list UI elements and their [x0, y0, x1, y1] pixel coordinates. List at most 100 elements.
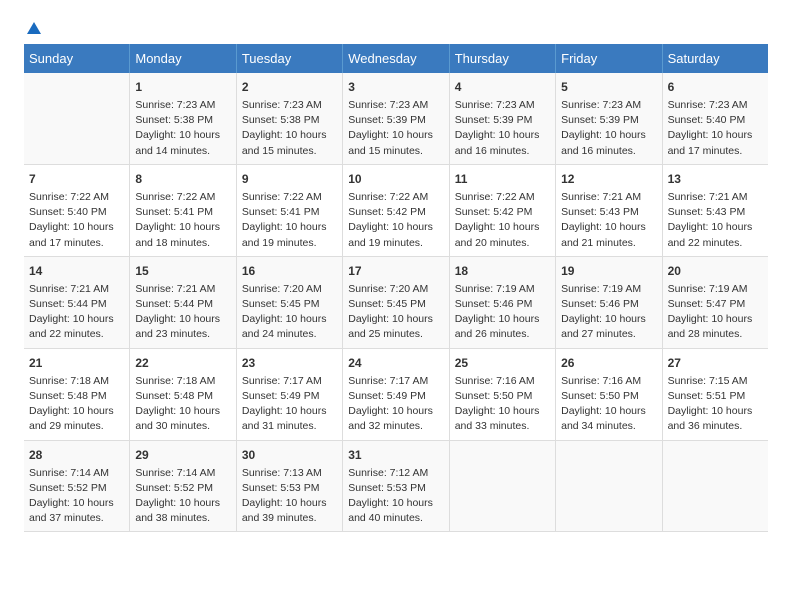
day-number: 18: [455, 262, 550, 280]
header-sunday: Sunday: [24, 44, 130, 73]
calendar-cell: 31 Sunrise: 7:12 AM Sunset: 5:53 PM Dayli…: [343, 440, 449, 532]
day-number: 16: [242, 262, 337, 280]
cell-content: Sunrise: 7:22 AM Sunset: 5:42 PM Dayligh…: [455, 190, 550, 251]
calendar-cell: 24Sunrise: 7:17 AM Sunset: 5:49 PM Dayli…: [343, 348, 449, 440]
cell-content: Sunrise: 7:23 AM Sunset: 5:39 PM Dayligh…: [455, 98, 550, 159]
cell-content: Sunrise: 7:20 AM Sunset: 5:45 PM Dayligh…: [348, 282, 443, 343]
cell-content: Sunrise: 7:14 AM Sunset: 5:52 PM Dayligh…: [135, 466, 230, 527]
day-number: 20: [668, 262, 763, 280]
cell-content: Sunrise: 7:19 AM Sunset: 5:46 PM Dayligh…: [561, 282, 656, 343]
calendar-cell: 23 Sunrise: 7:17 AM Sunset: 5:49 PM Dayli…: [236, 348, 342, 440]
cell-content: Sunrise: 7:22 AM Sunset: 5:40 PM Dayligh…: [29, 190, 124, 251]
day-number: 3: [348, 78, 443, 96]
week-row-2: 7 Sunrise: 7:22 AM Sunset: 5:40 PM Daylig…: [24, 164, 768, 256]
week-row-4: 21 Sunrise: 7:18 AM Sunset: 5:48 PM Dayli…: [24, 348, 768, 440]
cell-content: Sunrise: 7:13 AM Sunset: 5:53 PM Dayligh…: [242, 466, 337, 527]
calendar-cell: 17 Sunrise: 7:20 AM Sunset: 5:45 PM Dayli…: [343, 256, 449, 348]
logo: [24, 20, 44, 34]
cell-content: Sunrise: 7:19 AM Sunset: 5:46 PM Dayligh…: [455, 282, 550, 343]
calendar-cell: 8 Sunrise: 7:22 AM Sunset: 5:41 PM Daylig…: [130, 164, 236, 256]
cell-content: Sunrise: 7:22 AM Sunset: 5:41 PM Dayligh…: [242, 190, 337, 251]
header-monday: Monday: [130, 44, 236, 73]
day-number: 1: [135, 78, 230, 96]
calendar-cell: [556, 440, 662, 532]
calendar-cell: 1 Sunrise: 7:23 AM Sunset: 5:38 PM Daylig…: [130, 73, 236, 164]
day-number: 13: [668, 170, 763, 188]
calendar-cell: 18 Sunrise: 7:19 AM Sunset: 5:46 PM Dayli…: [449, 256, 555, 348]
calendar-cell: 6Sunrise: 7:23 AM Sunset: 5:40 PM Daylig…: [662, 73, 768, 164]
day-number: 29: [135, 446, 230, 464]
cell-content: Sunrise: 7:18 AM Sunset: 5:48 PM Dayligh…: [135, 374, 230, 435]
day-number: 22: [135, 354, 230, 372]
day-number: 7: [29, 170, 124, 188]
calendar-cell: 12 Sunrise: 7:21 AM Sunset: 5:43 PM Dayli…: [556, 164, 662, 256]
week-row-1: 1 Sunrise: 7:23 AM Sunset: 5:38 PM Daylig…: [24, 73, 768, 164]
calendar-cell: [662, 440, 768, 532]
calendar-cell: 13 Sunrise: 7:21 AM Sunset: 5:43 PM Dayli…: [662, 164, 768, 256]
day-number: 10: [348, 170, 443, 188]
calendar-cell: 3Sunrise: 7:23 AM Sunset: 5:39 PM Daylig…: [343, 73, 449, 164]
calendar-cell: 10 Sunrise: 7:22 AM Sunset: 5:42 PM Dayli…: [343, 164, 449, 256]
day-number: 15: [135, 262, 230, 280]
header-thursday: Thursday: [449, 44, 555, 73]
day-number: 23: [242, 354, 337, 372]
cell-content: Sunrise: 7:22 AM Sunset: 5:42 PM Dayligh…: [348, 190, 443, 251]
page-header: [24, 20, 768, 34]
day-number: 8: [135, 170, 230, 188]
cell-content: Sunrise: 7:21 AM Sunset: 5:43 PM Dayligh…: [668, 190, 763, 251]
cell-content: Sunrise: 7:22 AM Sunset: 5:41 PM Dayligh…: [135, 190, 230, 251]
day-number: 14: [29, 262, 124, 280]
cell-content: Sunrise: 7:21 AM Sunset: 5:43 PM Dayligh…: [561, 190, 656, 251]
day-number: 26: [561, 354, 656, 372]
calendar-cell: 4 Sunrise: 7:23 AM Sunset: 5:39 PM Daylig…: [449, 73, 555, 164]
cell-content: Sunrise: 7:20 AM Sunset: 5:45 PM Dayligh…: [242, 282, 337, 343]
cell-content: Sunrise: 7:23 AM Sunset: 5:39 PM Dayligh…: [561, 98, 656, 159]
calendar-cell: 14 Sunrise: 7:21 AM Sunset: 5:44 PM Dayli…: [24, 256, 130, 348]
calendar-cell: 20 Sunrise: 7:19 AM Sunset: 5:47 PM Dayli…: [662, 256, 768, 348]
cell-content: Sunrise: 7:23 AM Sunset: 5:40 PM Dayligh…: [668, 98, 763, 159]
calendar-cell: 16 Sunrise: 7:20 AM Sunset: 5:45 PM Dayli…: [236, 256, 342, 348]
calendar-cell: 11 Sunrise: 7:22 AM Sunset: 5:42 PM Dayli…: [449, 164, 555, 256]
day-number: 25: [455, 354, 550, 372]
day-number: 31: [348, 446, 443, 464]
header-wednesday: Wednesday: [343, 44, 449, 73]
calendar-cell: 22 Sunrise: 7:18 AM Sunset: 5:48 PM Dayli…: [130, 348, 236, 440]
day-number: 9: [242, 170, 337, 188]
week-row-3: 14 Sunrise: 7:21 AM Sunset: 5:44 PM Dayli…: [24, 256, 768, 348]
day-number: 12: [561, 170, 656, 188]
calendar-cell: 7 Sunrise: 7:22 AM Sunset: 5:40 PM Daylig…: [24, 164, 130, 256]
calendar-cell: 28Sunrise: 7:14 AM Sunset: 5:52 PM Dayli…: [24, 440, 130, 532]
calendar-cell: 29 Sunrise: 7:14 AM Sunset: 5:52 PM Dayli…: [130, 440, 236, 532]
day-number: 17: [348, 262, 443, 280]
cell-content: Sunrise: 7:21 AM Sunset: 5:44 PM Dayligh…: [135, 282, 230, 343]
cell-content: Sunrise: 7:16 AM Sunset: 5:50 PM Dayligh…: [561, 374, 656, 435]
day-number: 19: [561, 262, 656, 280]
cell-content: Sunrise: 7:15 AM Sunset: 5:51 PM Dayligh…: [668, 374, 763, 435]
calendar-cell: 19 Sunrise: 7:19 AM Sunset: 5:46 PM Dayli…: [556, 256, 662, 348]
cell-content: Sunrise: 7:17 AM Sunset: 5:49 PM Dayligh…: [242, 374, 337, 435]
header-row: SundayMondayTuesdayWednesdayThursdayFrid…: [24, 44, 768, 73]
day-number: 30: [242, 446, 337, 464]
day-number: 11: [455, 170, 550, 188]
cell-content: Sunrise: 7:19 AM Sunset: 5:47 PM Dayligh…: [668, 282, 763, 343]
calendar-cell: 5Sunrise: 7:23 AM Sunset: 5:39 PM Daylig…: [556, 73, 662, 164]
calendar-cell: 26 Sunrise: 7:16 AM Sunset: 5:50 PM Dayli…: [556, 348, 662, 440]
cell-content: Sunrise: 7:23 AM Sunset: 5:38 PM Dayligh…: [135, 98, 230, 159]
header-tuesday: Tuesday: [236, 44, 342, 73]
cell-content: Sunrise: 7:14 AM Sunset: 5:52 PM Dayligh…: [29, 466, 124, 527]
calendar-cell: 30 Sunrise: 7:13 AM Sunset: 5:53 PM Dayli…: [236, 440, 342, 532]
day-number: 21: [29, 354, 124, 372]
day-number: 24: [348, 354, 443, 372]
cell-content: Sunrise: 7:21 AM Sunset: 5:44 PM Dayligh…: [29, 282, 124, 343]
logo-icon: [25, 20, 43, 38]
calendar-table: SundayMondayTuesdayWednesdayThursdayFrid…: [24, 44, 768, 532]
calendar-cell: [449, 440, 555, 532]
cell-content: Sunrise: 7:12 AM Sunset: 5:53 PM Dayligh…: [348, 466, 443, 527]
cell-content: Sunrise: 7:23 AM Sunset: 5:38 PM Dayligh…: [242, 98, 337, 159]
day-number: 27: [668, 354, 763, 372]
calendar-cell: 25Sunrise: 7:16 AM Sunset: 5:50 PM Dayli…: [449, 348, 555, 440]
calendar-cell: 2Sunrise: 7:23 AM Sunset: 5:38 PM Daylig…: [236, 73, 342, 164]
cell-content: Sunrise: 7:18 AM Sunset: 5:48 PM Dayligh…: [29, 374, 124, 435]
calendar-cell: [24, 73, 130, 164]
day-number: 4: [455, 78, 550, 96]
